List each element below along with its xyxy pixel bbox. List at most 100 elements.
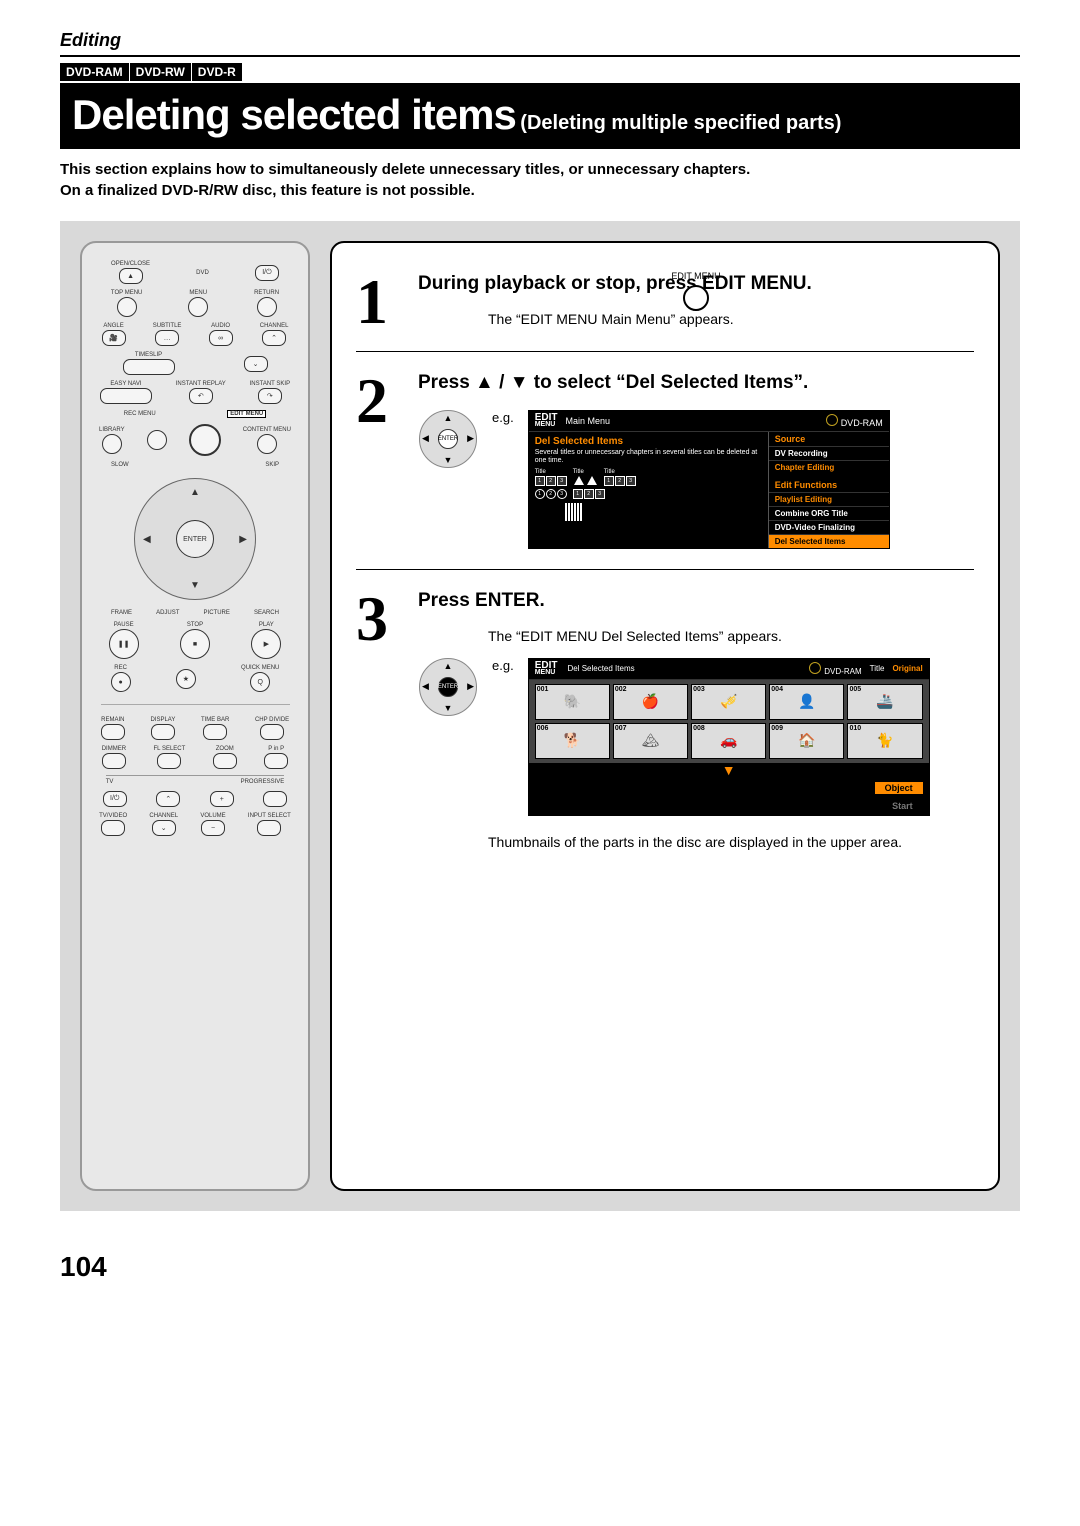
dpad[interactable]: ▲ ▼ ◀ ▶ ENTER [134, 478, 256, 600]
thumb-img-icon: 🚢 [876, 693, 893, 710]
btn-audio[interactable]: ∞ [209, 330, 233, 346]
osd-func-combine: Combine ORG Title [769, 506, 889, 520]
thumb-num: 007 [615, 725, 627, 732]
label-display: DISPLAY [150, 717, 175, 723]
intro-text: This section explains how to simultaneou… [60, 159, 1020, 201]
label-timebar: TIME BAR [201, 717, 229, 723]
btn-return[interactable] [257, 297, 277, 317]
btn-editmenu[interactable] [189, 424, 221, 456]
thumb-img-icon: 🏔 [642, 732, 660, 749]
thumb-img-icon: 🐈 [876, 732, 893, 749]
btn-pause[interactable]: ❚❚ [109, 629, 139, 659]
scroll-down-icon: ▼ [529, 763, 929, 779]
btn-play[interactable]: ▶ [251, 629, 281, 659]
btn-channel-down[interactable]: ⌄ [244, 356, 268, 372]
step-3-number: 3 [356, 590, 406, 864]
osd-func-playlist: Playlist Editing [769, 492, 889, 506]
btn-stop[interactable]: ■ [180, 629, 210, 659]
mini-dpad-enter-icon: ▲ ▼ ◀ ▶ ENTER [419, 658, 477, 716]
btn-eject[interactable]: ▲ [119, 268, 143, 284]
btn-star[interactable]: ★ [176, 669, 196, 689]
label-pause: PAUSE [114, 622, 134, 628]
disc-icon [826, 414, 838, 426]
osd-selected-item: Del Selected Items [535, 436, 762, 447]
label-play: PLAY [259, 622, 274, 628]
btn-dimmer[interactable] [102, 753, 126, 769]
btn-zoom[interactable] [213, 753, 237, 769]
btn-recmenu[interactable] [147, 430, 167, 450]
btn-instant-skip[interactable]: ↷ [258, 388, 282, 404]
osd2-object-btn: Object [875, 782, 923, 794]
btn-inputselect[interactable] [257, 820, 281, 836]
label-pinp: P in P [268, 746, 284, 752]
barcode-icon [565, 503, 762, 521]
btn-progressive[interactable] [263, 791, 287, 807]
thumb-num: 009 [771, 725, 783, 732]
osd-editmenu-main: EDIT MENU Main Menu DVD-RAM Del Selected… [528, 410, 890, 549]
btn-flselect[interactable] [157, 753, 181, 769]
btn-quickmenu[interactable]: Q [250, 672, 270, 692]
dpad-enter[interactable]: ENTER [176, 520, 214, 558]
disc-tag-ram: DVD-RAM [60, 63, 130, 81]
btn-angle[interactable]: 🎥 [102, 330, 126, 346]
title-bar: Deleting selected items (Deleting multip… [60, 83, 1020, 149]
thumb-num: 010 [849, 725, 861, 732]
intro-line1: This section explains how to simultaneou… [60, 159, 1020, 180]
osd2-meta-orig: Original [892, 664, 922, 673]
btn-tv-ch-up[interactable]: ⌃ [156, 791, 180, 807]
arrow-down-icon: ▼ [444, 455, 453, 465]
dpad-right-icon[interactable]: ▶ [239, 534, 247, 545]
label-channel: CHANNEL [260, 323, 289, 329]
btn-channel-up[interactable]: ⌃ [262, 330, 286, 346]
btn-menu[interactable] [188, 297, 208, 317]
btn-contentmenu[interactable] [257, 434, 277, 454]
step-1: 1 During playback or stop, press EDIT ME… [356, 253, 974, 351]
dpad-down-icon[interactable]: ▼ [190, 580, 200, 591]
btn-display[interactable] [151, 724, 175, 740]
btn-timeslip[interactable] [123, 359, 175, 375]
btn-tvvideo[interactable] [101, 820, 125, 836]
label-dvd: DVD [196, 270, 209, 276]
arrow-down-icon: ▼ [444, 703, 453, 713]
step-2-eg: e.g. [492, 410, 514, 425]
osd2-meta-title: Title [870, 664, 885, 673]
arrow-left-icon: ◀ [422, 433, 429, 444]
btn-tv-power[interactable]: I/⏻ [103, 791, 127, 807]
thumb-img-icon: 🏠 [798, 732, 815, 749]
btn-timebar[interactable] [203, 724, 227, 740]
mini-dpad-center: ENTER [438, 429, 458, 449]
title-sub: (Deleting multiple specified parts) [520, 112, 841, 134]
btn-instant-replay[interactable]: ↶ [189, 388, 213, 404]
step-3-eg: e.g. [492, 658, 514, 673]
btn-rec[interactable]: ● [111, 672, 131, 692]
btn-tv-ch-down[interactable]: ⌄ [152, 820, 176, 836]
osd-header-title: Main Menu [565, 416, 610, 426]
editmenu-button-icon [683, 285, 709, 311]
dpad-up-icon[interactable]: ▲ [190, 487, 200, 498]
dpad-left-icon[interactable]: ◀ [143, 534, 151, 545]
btn-remain[interactable] [101, 724, 125, 740]
label-audio: AUDIO [211, 323, 230, 329]
osd2-logo: EDIT MENU [535, 662, 558, 676]
step-1-icon-label: EDIT MENU [671, 271, 720, 281]
btn-pinp[interactable] [264, 753, 288, 769]
btn-tv-vol-down[interactable]: − [201, 820, 225, 836]
thumb-label-1: Title [535, 469, 546, 475]
btn-library[interactable] [102, 434, 122, 454]
label-remain: REMAIN [101, 717, 124, 723]
arrow-up-icon: ▲ [444, 661, 453, 671]
btn-subtitle[interactable]: … [155, 330, 179, 346]
btn-chpdivide[interactable] [260, 724, 284, 740]
btn-topmenu[interactable] [117, 297, 137, 317]
label-search: SEARCH [254, 610, 279, 616]
label-instant-replay: INSTANT REPLAY [176, 381, 226, 387]
thumbnail-grid: 001🐘 002🍎 003🎺 004👤 005🚢 006🐕 007🏔 008🚗 … [529, 680, 929, 763]
step-3-desc: The “EDIT MENU Del Selected Items” appea… [488, 628, 974, 644]
btn-tv-vol-up[interactable]: + [210, 791, 234, 807]
btn-power[interactable]: I/⏻ [255, 265, 279, 281]
step-1-number: 1 [356, 273, 406, 331]
btn-easynavi[interactable] [100, 388, 152, 404]
thumb-img-icon: 🐕 [564, 732, 581, 749]
osd2-start-btn: Start [882, 800, 923, 812]
label-tvvideo: TV/VIDEO [99, 813, 127, 819]
